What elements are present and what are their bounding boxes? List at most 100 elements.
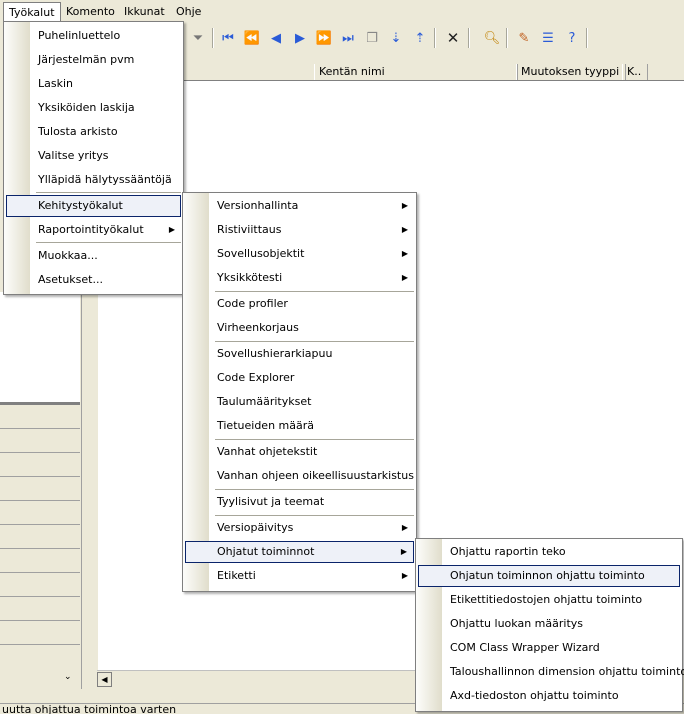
toolbar-separator: [468, 28, 470, 48]
menu-item-taulumaaritykset[interactable]: Taulumääritykset: [185, 391, 414, 413]
delete-icon[interactable]: ✕: [443, 28, 463, 48]
last-record-icon[interactable]: ⏭: [338, 28, 358, 48]
menu-item-label: Yksikkötesti: [217, 271, 283, 284]
list-item[interactable]: [0, 525, 80, 549]
menu-separator: [215, 291, 414, 292]
menu-item-yksikoiden-laskija[interactable]: Yksiköiden laskija: [6, 97, 181, 119]
expand-chevron-icon[interactable]: ⌄: [64, 672, 72, 682]
list-item[interactable]: [0, 573, 80, 597]
menu-item-valitse-yritys[interactable]: Valitse yritys: [6, 145, 181, 167]
list-item[interactable]: [0, 621, 80, 645]
find-icon[interactable]: 🔍︎: [482, 28, 502, 48]
toolbar-separator: [434, 28, 436, 48]
list-item[interactable]: [0, 501, 80, 525]
left-tree-area[interactable]: [0, 292, 80, 402]
submenu-arrow-icon: ▶: [401, 273, 408, 282]
menu-item-yksikkotesti[interactable]: Yksikkötesti ▶: [185, 267, 414, 289]
menu-item-code-explorer[interactable]: Code Explorer: [185, 367, 414, 389]
list-item[interactable]: [0, 549, 80, 573]
menu-item-muokkaa[interactable]: Muokkaa...: [6, 245, 181, 267]
menu-item-kehitystyokalut[interactable]: Kehitystyökalut: [6, 195, 181, 217]
menu-item-sovellushierarkiapuu[interactable]: Sovellushierarkiapuu: [185, 343, 414, 365]
toolbar-separator: [586, 28, 588, 48]
menu-item-ohjatun-toiminnon-ohjattu[interactable]: Ohjatun toiminnon ohjattu toiminto: [418, 565, 680, 587]
menu-item-tyylisivut[interactable]: Tyylisivut ja teemat: [185, 491, 414, 513]
toolbar-separator: [212, 28, 214, 48]
menu-item-label: Sovellusobjektit: [217, 247, 305, 260]
menu-ikkunat[interactable]: Ikkunat: [119, 3, 170, 20]
toolbar-separator: [506, 28, 508, 48]
menu-item-etiketti[interactable]: Etiketti ▶: [185, 565, 414, 587]
menu-separator: [215, 489, 414, 490]
menu-item-etikettitiedostot[interactable]: Etikettitiedostojen ohjattu toiminto: [418, 589, 680, 611]
next-page-icon[interactable]: ⏩: [314, 28, 334, 48]
menu-item-label: Etiketti: [217, 569, 256, 582]
list-item[interactable]: [0, 477, 80, 501]
menu-komento[interactable]: Komento: [61, 3, 120, 20]
menu-item-dimensio[interactable]: Taloushallinnon dimension ohjattu toimin…: [418, 661, 684, 683]
left-list: [0, 402, 80, 695]
list-item[interactable]: [0, 453, 80, 477]
menu-item-asetukset[interactable]: Asetukset...: [6, 269, 181, 291]
menu-item-raportointityokalut[interactable]: Raportointityökalut ▶: [6, 219, 181, 241]
menu-item-label: Kehitystyökalut: [38, 199, 123, 212]
first-record-icon[interactable]: ⏮: [218, 28, 238, 48]
menu-item-jarjestelman-pvm[interactable]: Järjestelmän pvm: [6, 49, 181, 71]
menu-item-versionhallinta[interactable]: Versionhallinta ▶: [185, 195, 414, 217]
next-record-icon[interactable]: ▶: [290, 28, 310, 48]
menu-item-code-profiler[interactable]: Code profiler: [185, 293, 414, 315]
menu-item-axd-tiedosto[interactable]: Axd-tiedoston ohjattu toiminto: [418, 685, 680, 707]
column-muutoksen-tyyppi[interactable]: Muutoksen tyyppi: [516, 64, 626, 80]
menu-item-hälytyssaannot[interactable]: Ylläpidä hälytyssääntöjä: [6, 169, 181, 191]
toolbar: ⏷ ⏮ ⏪ ◀ ▶ ⏩ ⏭ ❐ ⇣ ⇡ ✕ 🔍︎ ✎ ☰ ?: [182, 24, 684, 52]
submenu-arrow-icon: ▶: [401, 249, 408, 258]
menu-item-ohjeen-tarkistus[interactable]: Vanhan ohjeen oikeellisuustarkistus: [185, 465, 414, 487]
list-item[interactable]: [0, 597, 80, 621]
list-item[interactable]: [0, 405, 80, 429]
submenu-arrow-icon: ▶: [401, 523, 408, 532]
edit-icon[interactable]: ✎: [514, 28, 534, 48]
filter-icon[interactable]: ⏷: [188, 28, 208, 48]
menu-item-tietueiden-maara[interactable]: Tietueiden määrä: [185, 415, 414, 437]
menu-separator: [215, 439, 414, 440]
menu-item-label: Versionhallinta: [217, 199, 299, 212]
menu-item-ohjatut-toiminnot[interactable]: Ohjatut toiminnot ▶: [185, 541, 414, 563]
menu-separator: [215, 515, 414, 516]
export-icon[interactable]: ⇡: [410, 28, 430, 48]
menu-item-label: Raportointityökalut: [38, 223, 144, 236]
menu-item-ristiviittaus[interactable]: Ristiviittaus ▶: [185, 219, 414, 241]
dev-tools-menu: Versionhallinta ▶ Ristiviittaus ▶ Sovellus…: [182, 192, 417, 592]
column-header: Kentän nimi Muutoksen tyyppi K..: [182, 64, 684, 81]
menu-separator: [36, 242, 181, 243]
column-kentan-nimi[interactable]: Kentän nimi: [314, 64, 518, 80]
menu-item-luokan-maaritys[interactable]: Ohjattu luokan määritys: [418, 613, 680, 635]
menu-item-label: Versiopäivitys: [217, 521, 294, 534]
menu-item-raportin-teko[interactable]: Ohjattu raportin teko: [418, 541, 680, 563]
menu-separator: [215, 341, 414, 342]
submenu-arrow-icon: ▶: [168, 225, 175, 234]
menu-item-puhelinluettelo[interactable]: Puhelinluettelo: [6, 25, 181, 47]
menu-item-tulosta-arkisto[interactable]: Tulosta arkisto: [6, 121, 181, 143]
scroll-left-icon[interactable]: ◀: [97, 672, 112, 687]
menu-item-com-wrapper[interactable]: COM Class Wrapper Wizard: [418, 637, 680, 659]
submenu-arrow-icon: ▶: [401, 571, 408, 580]
help-icon[interactable]: ?: [562, 28, 582, 48]
menu-ohje[interactable]: Ohje: [171, 3, 206, 20]
menu-item-versiopaivitys[interactable]: Versiopäivitys ▶: [185, 517, 414, 539]
menu-item-vanhat-ohjetekstit[interactable]: Vanhat ohjetekstit: [185, 441, 414, 463]
menu-bar: Työkalut Komento Ikkunat Ohje: [0, 0, 684, 22]
menu-item-laskin[interactable]: Laskin: [6, 73, 181, 95]
submenu-arrow-icon: ▶: [401, 201, 408, 210]
list-icon[interactable]: ☰: [538, 28, 558, 48]
prev-page-icon[interactable]: ⏪: [242, 28, 262, 48]
menu-item-label: Ristiviittaus: [217, 223, 282, 236]
import-icon[interactable]: ⇣: [386, 28, 406, 48]
column-k[interactable]: K..: [622, 64, 648, 80]
list-item[interactable]: [0, 429, 80, 453]
menu-item-virheenkorjaus[interactable]: Virheenkorjaus: [185, 317, 414, 339]
menu-item-sovellusobjektit[interactable]: Sovellusobjektit ▶: [185, 243, 414, 265]
prev-record-icon[interactable]: ◀: [266, 28, 286, 48]
menu-tyokalut[interactable]: Työkalut: [3, 2, 61, 22]
submenu-arrow-icon: ▶: [400, 547, 407, 556]
copy-icon[interactable]: ❐: [362, 28, 382, 48]
